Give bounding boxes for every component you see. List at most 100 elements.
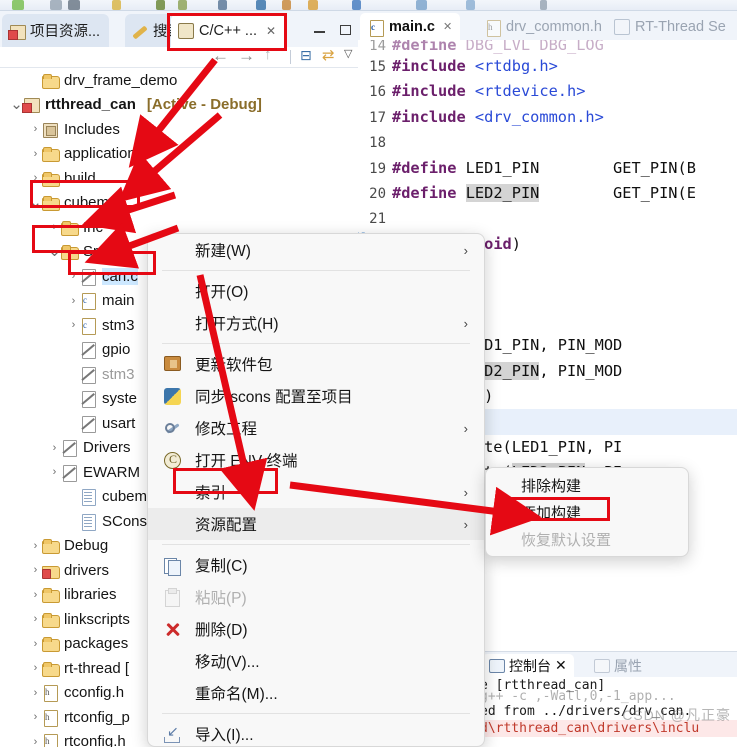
view-menu-icon[interactable]: ▽ — [344, 47, 352, 60]
menu-item-12[interactable]: 移动(V)... — [148, 645, 484, 677]
close-icon[interactable]: ✕ — [555, 657, 567, 674]
menu-item-14[interactable]: 导入(I)... — [148, 718, 484, 746]
chevron-right-icon[interactable]: › — [67, 319, 80, 331]
excluded-source-icon — [61, 464, 78, 482]
chevron-right-icon[interactable]: › — [48, 466, 61, 478]
chevron-right-icon[interactable]: › — [29, 172, 42, 184]
up-icon[interactable]: ↑ — [264, 46, 272, 63]
close-icon[interactable]: ✕ — [266, 24, 276, 38]
tree-item-build[interactable]: › build — [0, 166, 358, 191]
toolbar-icon-save[interactable] — [50, 0, 62, 10]
tree-item-rtthread_can[interactable]: ⌄ rtthread_can [Active - Debug] — [0, 93, 358, 118]
toolbar-icon-debug[interactable] — [156, 0, 165, 10]
menu-item-1[interactable]: 打开(O) — [148, 275, 484, 307]
code-line[interactable]: 18 — [358, 130, 737, 155]
menu-item-8[interactable]: 资源配置 › — [148, 508, 484, 540]
chevron-right-icon[interactable]: › — [29, 564, 42, 576]
toolbar-icon-print[interactable] — [68, 0, 80, 10]
menu-item-2[interactable]: 打开方式(H) › — [148, 307, 484, 339]
tab-project-explorer[interactable]: 项目资源... — [2, 14, 110, 47]
chevron-right-icon[interactable]: › — [29, 687, 42, 699]
toolbar-icon-sync[interactable] — [256, 0, 266, 10]
toolbar-icon-help[interactable] — [466, 0, 475, 10]
toolbar-icon-new[interactable] — [12, 0, 24, 10]
code-line[interactable]: 14 #define DBG_LVL DBG_LOG — [358, 40, 737, 54]
code-line[interactable]: 21 — [358, 206, 737, 231]
toolbar-icon-search[interactable] — [352, 0, 361, 10]
chevron-right-icon: › — [463, 517, 468, 532]
toolbar-icon-more[interactable] — [540, 0, 547, 10]
chevron-right-icon[interactable]: › — [29, 662, 42, 674]
chevron-right-icon[interactable]: › — [67, 270, 80, 282]
collapse-all-icon[interactable]: ⊟ — [300, 47, 312, 64]
folder-icon — [42, 635, 60, 653]
tree-item-label: cconfig.h — [64, 684, 125, 702]
menu-item-11[interactable]: 删除(D) — [148, 613, 484, 645]
editor-tab-drv-common-h[interactable]: drv_common.h — [477, 13, 610, 40]
menu-item-4[interactable]: 同步 scons 配置至项目 — [148, 380, 484, 412]
tab-properties[interactable]: 属性 — [587, 654, 649, 677]
chevron-right-icon[interactable]: › — [29, 123, 42, 135]
code-line[interactable]: 20 #define LED2_PIN GET_PIN(E — [358, 181, 737, 206]
chevron-right-icon[interactable]: › — [29, 736, 42, 747]
tree-item-build-config: [Active - Debug] — [146, 96, 262, 114]
menu-item-label: 新建(W) — [195, 243, 251, 260]
toolbar-icon-env[interactable] — [308, 0, 318, 10]
toolbar-icon-perspective[interactable] — [416, 0, 427, 10]
tree-item-label: rtconfig.h — [64, 733, 126, 747]
tab-console[interactable]: 控制台 ✕ — [482, 654, 574, 677]
menu-item-6[interactable]: 打开 ENV 终端 — [148, 444, 484, 476]
menu-item-3[interactable]: 更新软件包 — [148, 348, 484, 380]
tab-label: 项目资源... — [30, 24, 101, 40]
chevron-down-icon[interactable]: ⌄ — [48, 244, 61, 259]
excluded-source-icon — [61, 439, 78, 458]
chevron-right-icon[interactable]: › — [29, 148, 42, 160]
menu-item-7[interactable]: 索引 › — [148, 476, 484, 508]
minimize-button[interactable] — [313, 23, 327, 37]
chevron-right-icon[interactable]: › — [48, 442, 61, 454]
chevron-down-icon[interactable]: ⌄ — [29, 195, 42, 210]
editor-tab-main-c[interactable]: main.c ✕ — [360, 13, 461, 40]
code-line[interactable]: 15 #include <rtdbg.h> — [358, 54, 737, 79]
menu-item-5[interactable]: 修改工程 › — [148, 412, 484, 444]
tree-item-applications[interactable]: › applications — [0, 142, 358, 167]
submenu-item-1[interactable]: 添加构建 — [486, 499, 688, 526]
menu-item-0[interactable]: 新建(W) › — [148, 234, 484, 266]
code-line[interactable]: 19 #define LED1_PIN GET_PIN(B — [358, 156, 737, 181]
editor-tab-rt-thread-settings[interactable]: RT-Thread Se — [606, 13, 734, 40]
chevron-right-icon[interactable]: › — [29, 613, 42, 625]
chevron-right-icon[interactable]: › — [48, 221, 61, 233]
chevron-right-icon[interactable]: › — [29, 589, 42, 601]
back-icon[interactable]: ← — [212, 46, 229, 66]
code-line[interactable]: 16 #include <rtdevice.h> — [358, 79, 737, 104]
chevron-right-icon[interactable]: › — [29, 638, 42, 650]
link-with-editor-icon[interactable]: ⇄ — [322, 46, 335, 64]
menu-item-9[interactable]: 复制(C) — [148, 549, 484, 581]
forward-icon[interactable]: → — [238, 46, 255, 66]
toolbar-icon-terminal[interactable] — [218, 0, 227, 10]
code-line[interactable]: 17 #include <drv_common.h> — [358, 105, 737, 130]
tree-item-label: can.c — [102, 267, 138, 285]
tab-label: RT-Thread Se — [635, 18, 726, 35]
excluded-source-icon — [80, 366, 97, 384]
chevron-right-icon[interactable]: › — [29, 711, 42, 723]
maximize-button[interactable] — [339, 23, 353, 37]
menu-item-13[interactable]: 重命名(M)... — [148, 677, 484, 709]
tree-item-drv_frame_demo[interactable]: drv_frame_demo — [0, 68, 358, 93]
tab-cpp-projects[interactable]: C/C++ ... ✕ — [171, 14, 286, 47]
close-icon[interactable]: ✕ — [443, 20, 452, 33]
chevron-right-icon[interactable]: › — [67, 295, 80, 307]
tree-item-label: Drivers — [83, 439, 131, 457]
chevron-right-icon[interactable]: › — [29, 540, 42, 552]
context-menu[interactable]: 新建(W) › 打开(O) 打开方式(H) › 更新软件包 同步 scons 配置至项目 修改… — [147, 233, 485, 747]
properties-icon — [594, 658, 610, 673]
tree-item-includes[interactable]: › Includes — [0, 117, 358, 142]
submenu-item-0[interactable]: 排除构建 — [486, 472, 688, 499]
tree-item-label: EWARM — [83, 463, 140, 481]
resource-config-submenu[interactable]: 排除构建 添加构建 恢复默认设置 — [485, 467, 689, 557]
toolbar-icon-package[interactable] — [282, 0, 291, 10]
tree-item-cubemx[interactable]: ⌄ cubemx — [0, 191, 358, 216]
tab-label: drv_common.h — [506, 18, 602, 35]
toolbar-icon-build[interactable] — [112, 0, 121, 10]
toolbar-icon-run[interactable] — [178, 0, 187, 10]
